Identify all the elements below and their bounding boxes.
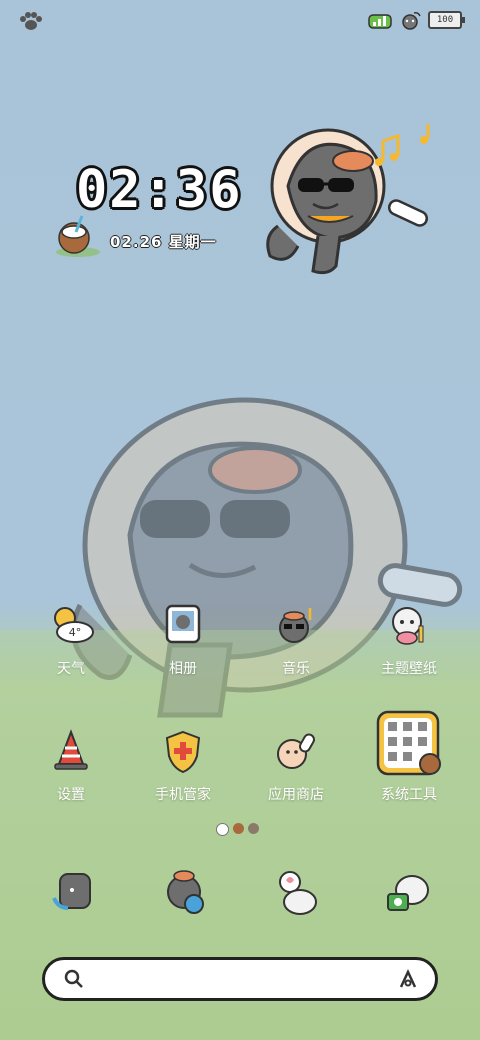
battery-icon: 100 <box>428 11 465 29</box>
app-store[interactable]: 应用商店 <box>246 726 346 804</box>
brand-icon[interactable] <box>397 968 419 990</box>
page-dot[interactable] <box>248 823 259 834</box>
status-icons: 100 <box>368 9 465 31</box>
app-label: 手机管家 <box>155 787 211 803</box>
app-label: 相册 <box>169 661 197 677</box>
app-label: 系统工具 <box>381 787 437 803</box>
camera-icon[interactable] <box>382 864 438 920</box>
phone-icon[interactable] <box>46 864 102 920</box>
app-label: 音乐 <box>282 661 310 677</box>
music-icon <box>279 608 312 643</box>
signal-icon <box>368 14 392 29</box>
page-dot-active[interactable] <box>216 823 229 836</box>
app-system-tools[interactable]: 系统工具 <box>359 708 459 804</box>
search-icon[interactable] <box>63 968 85 990</box>
clock-date: 02.26 星期一 <box>110 233 217 251</box>
app-phone-manager[interactable]: 手机管家 <box>133 726 233 804</box>
app-weather[interactable]: 4° 天气 <box>21 600 121 678</box>
page-dot[interactable] <box>233 823 244 834</box>
app-theme[interactable]: 主题壁纸 <box>359 600 459 678</box>
app-store-icon <box>277 733 315 769</box>
paw-icon <box>20 12 42 30</box>
coconut-icon <box>56 215 100 257</box>
app-music[interactable]: 音乐 <box>246 600 346 678</box>
clock-time[interactable]: 02:36 <box>76 160 246 222</box>
system-tools-icon <box>376 710 441 776</box>
weather-icon: 4° <box>54 607 94 643</box>
app-label: 设置 <box>57 787 85 803</box>
phone-manager-icon <box>165 730 201 774</box>
app-settings[interactable]: 设置 <box>21 726 121 804</box>
browser-icon[interactable] <box>158 864 214 920</box>
status-bar: 100 <box>0 0 480 40</box>
app-gallery[interactable]: 相册 <box>133 600 233 678</box>
music-cat-illustration[interactable] <box>258 116 438 276</box>
svg-text:4°: 4° <box>69 626 82 639</box>
wifi-icon <box>402 12 421 30</box>
search-bar[interactable] <box>42 957 438 1001</box>
settings-icon <box>54 729 88 770</box>
app-label: 主题壁纸 <box>381 661 437 677</box>
theme-icon <box>392 607 424 645</box>
messages-icon[interactable] <box>270 864 326 920</box>
app-label: 应用商店 <box>268 787 324 803</box>
page-indicator[interactable] <box>216 823 259 836</box>
app-label: 天气 <box>57 661 85 677</box>
gallery-icon <box>165 604 201 644</box>
